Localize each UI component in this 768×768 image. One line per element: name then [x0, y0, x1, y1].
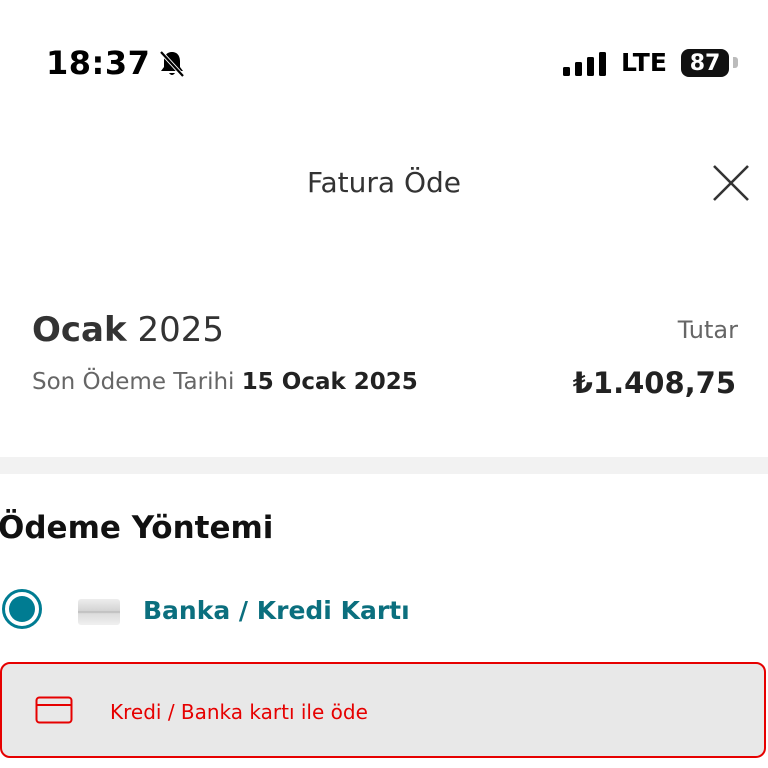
- payment-method-label[interactable]: Banka / Kredi Kartı: [143, 596, 410, 625]
- credit-card-icon: [35, 696, 73, 724]
- page-title: Fatura Öde: [306, 166, 462, 199]
- pay-with-card-label: Kredi / Banka kartı ile öde: [110, 700, 368, 724]
- section-divider: [0, 457, 768, 474]
- due-date-value: 15 Ocak 2025: [241, 369, 418, 395]
- signal-icon: [563, 52, 606, 76]
- close-icon[interactable]: [710, 162, 752, 204]
- battery-indicator: 87: [681, 49, 729, 77]
- due-date-line: Son Ödeme Tarihi 15 Ocak 2025: [32, 369, 418, 395]
- bill-month: Ocak: [32, 310, 127, 350]
- battery-level: 87: [689, 50, 721, 76]
- bill-period: Ocak 2025: [32, 310, 224, 350]
- bill-year: 2025: [137, 310, 224, 350]
- payment-method-radio[interactable]: [2, 589, 42, 629]
- radio-selected-dot: [9, 596, 35, 622]
- pay-with-card-button[interactable]: Kredi / Banka kartı ile öde: [0, 662, 766, 758]
- battery-nub: [733, 57, 738, 68]
- status-time: 18:37: [46, 44, 151, 82]
- bell-slash-icon: [159, 50, 185, 78]
- payment-method-title: Ödeme Yöntemi: [0, 510, 274, 546]
- amount-value: ₺1.408,75: [572, 366, 736, 400]
- amount-label: Tutar: [677, 316, 738, 344]
- due-date-label: Son Ödeme Tarihi: [32, 369, 235, 395]
- bank-card-thumbnail: [78, 599, 120, 625]
- network-type: LTE: [621, 48, 667, 77]
